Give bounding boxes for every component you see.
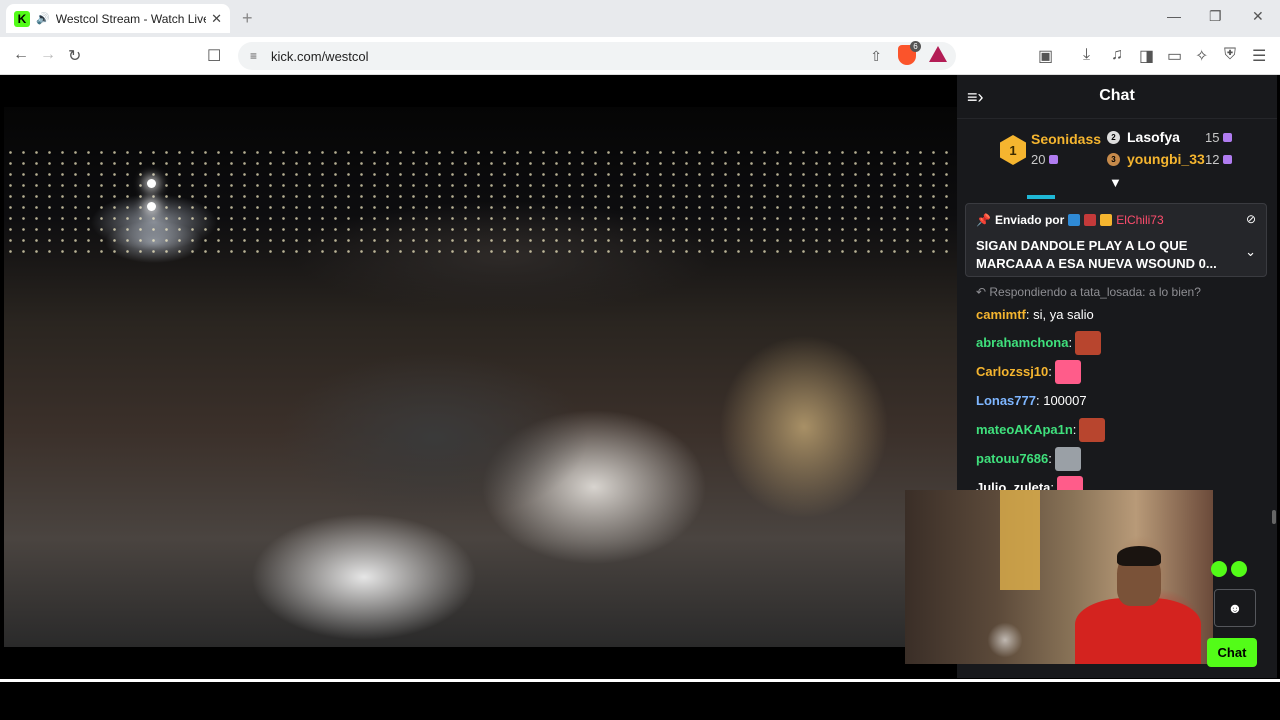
download-icon[interactable]: ⤓ (1083, 46, 1090, 64)
crowd-phone-lights (4, 147, 957, 257)
gifter-count: 12 (1205, 152, 1233, 167)
rank-3-badge: 3 (1107, 153, 1120, 166)
music-icon[interactable]: ♫ (1111, 46, 1123, 64)
kick-favicon-icon: K (14, 10, 30, 27)
chat-text: : (1048, 364, 1052, 379)
gifter-name[interactable]: youngbi_33 (1127, 151, 1205, 167)
gift-icon (1223, 133, 1233, 142)
window-close-button[interactable]: ✕ (1252, 8, 1264, 25)
emote-icon[interactable] (1231, 561, 1247, 577)
chevron-down-icon[interactable]: ⌄ (1245, 244, 1256, 260)
new-tab-button[interactable]: + (242, 8, 253, 29)
tab-close-icon[interactable]: ✕ (211, 11, 222, 27)
hide-pinned-icon[interactable]: ⊘ (1246, 212, 1256, 226)
chat-username[interactable]: camimtf (976, 307, 1026, 322)
chat-title: Chat (1099, 87, 1135, 104)
chat-text: : (1072, 422, 1077, 437)
emoji-picker-button[interactable]: ☻ (1214, 589, 1256, 627)
send-chat-button[interactable]: Chat (1207, 638, 1257, 667)
stage-light (147, 179, 156, 188)
quick-emotes (1211, 561, 1247, 577)
gift-icon (1049, 155, 1059, 164)
chat-message: Lonas777 : 100007 (976, 386, 1266, 415)
chat-text: : si, ya salio (1025, 306, 1094, 322)
chat-username[interactable]: abrahamchona (976, 335, 1068, 350)
emote-icon (1079, 417, 1106, 442)
emote-icon (1075, 330, 1102, 355)
cam-streamer-jacket (1075, 598, 1201, 664)
leo-icon[interactable]: ✧ (1195, 46, 1208, 66)
tune-icon[interactable]: ≡ (250, 49, 257, 63)
pinned-sender[interactable]: ElChili73 (1116, 213, 1163, 227)
hamburger-icon[interactable]: ☰ (1252, 46, 1266, 66)
cam-curtain (1000, 490, 1040, 590)
vpn-shield-icon[interactable]: ⛨ (1224, 46, 1236, 64)
gift-icon (1223, 155, 1233, 164)
sidebar-icon[interactable]: ◨ (1139, 46, 1154, 66)
pinned-message[interactable]: 📌 Enviado por ElChili73 ⊘ SIGAN DANDOLE … (965, 203, 1267, 277)
pinned-header: 📌 Enviado por ElChili73 (976, 213, 1164, 227)
gifter-count: 15 (1205, 130, 1233, 145)
gift-badge-icon (1100, 214, 1113, 226)
browser-tab[interactable]: K 🔊 Westcol Stream - Watch Live ✕ (6, 4, 230, 33)
emote-icon[interactable] (1211, 561, 1227, 577)
rank-1-badge: 1 (1000, 135, 1026, 165)
window-bottom-edge (0, 679, 1280, 682)
tab-search-icon[interactable]: ▣ (1038, 46, 1053, 66)
reply-context: ↶ Respondiendo a tata_losada: a lo bien? (976, 285, 1201, 299)
rewards-triangle-icon[interactable] (929, 46, 947, 62)
gifter-name[interactable]: Seonidass (1031, 131, 1101, 147)
badge-icon (1084, 214, 1097, 226)
chat-message: mateoAKApa1n : (976, 415, 1266, 444)
badge-icon (1068, 214, 1081, 226)
pin-icon: 📌 (976, 213, 991, 227)
bookmark-icon[interactable]: ☐ (207, 46, 221, 66)
gifter-progress-bar (1027, 195, 1055, 199)
minimize-button[interactable]: — (1167, 8, 1181, 24)
url-text[interactable]: kick.com/westcol (271, 49, 369, 64)
stage-light (147, 202, 156, 211)
chat-username[interactable]: Lonas777 (976, 393, 1036, 408)
reload-icon[interactable]: ↻ (68, 46, 81, 66)
concert-crowd-video-frame (4, 107, 957, 647)
top-gifters: 1 Seonidass 20 2 Lasofya 15 3 youngbi_33… (957, 119, 1277, 191)
shield-count-badge: 6 (910, 41, 921, 52)
chat-header: ≡› Chat (957, 75, 1277, 119)
browser-tab-strip: K 🔊 Westcol Stream - Watch Live ✕ + — ❐ … (0, 0, 1280, 37)
share-icon[interactable]: ⇧ (870, 48, 882, 65)
browser-toolbar: ← → ↻ ☐ ≡ kick.com/westcol ⇧ 6 ▣ ⤓ ♫ ◨ ▭… (0, 37, 1280, 75)
brave-shield-icon[interactable]: 6 (898, 41, 921, 65)
video-player[interactable] (4, 75, 957, 678)
chat-message: Carlozssj10 : (976, 357, 1266, 386)
tab-title: Westcol Stream - Watch Live (55, 11, 206, 26)
emote-icon (1054, 446, 1081, 471)
pinned-prefix: Enviado por (994, 213, 1065, 227)
gifter-count: 20 (1031, 152, 1059, 167)
expand-gifters-icon[interactable]: ▼ (1109, 175, 1122, 190)
arrow-left-icon[interactable]: ← (13, 46, 29, 64)
emote-icon (1054, 359, 1081, 384)
pinned-text: SIGAN DANDOLE PLAY A LO QUE MARCAAA A ES… (976, 238, 1217, 271)
chat-text: : 100007 (1035, 393, 1087, 408)
chat-username[interactable]: patouu7686 (976, 451, 1048, 466)
chat-message: abrahamchona : (976, 328, 1266, 357)
chat-messages: ↶ Respondiendo a tata_losada: a lo bien?… (976, 285, 1266, 502)
address-bar[interactable]: ≡ kick.com/westcol ⇧ (238, 42, 956, 70)
chat-text: : (1048, 451, 1052, 466)
restore-button[interactable]: ❐ (1209, 8, 1222, 25)
arrow-right-icon[interactable]: → (40, 46, 56, 64)
cam-streamer-hair (1117, 546, 1161, 566)
webcam-overlay[interactable] (905, 490, 1213, 664)
wallet-icon[interactable]: ▭ (1167, 46, 1182, 66)
chat-username[interactable]: Carlozssj10 (976, 364, 1048, 379)
chat-username[interactable]: mateoAKApa1n (976, 422, 1073, 437)
rank-2-badge: 2 (1107, 131, 1120, 144)
speaker-icon[interactable]: 🔊 (36, 12, 50, 25)
chat-message: patouu7686 : (976, 444, 1266, 473)
chat-message: camimtf : si, ya salio (976, 302, 1266, 326)
chat-text: : (1068, 335, 1073, 350)
gifter-name[interactable]: Lasofya (1127, 129, 1180, 145)
chat-scrollbar[interactable] (1272, 510, 1276, 524)
